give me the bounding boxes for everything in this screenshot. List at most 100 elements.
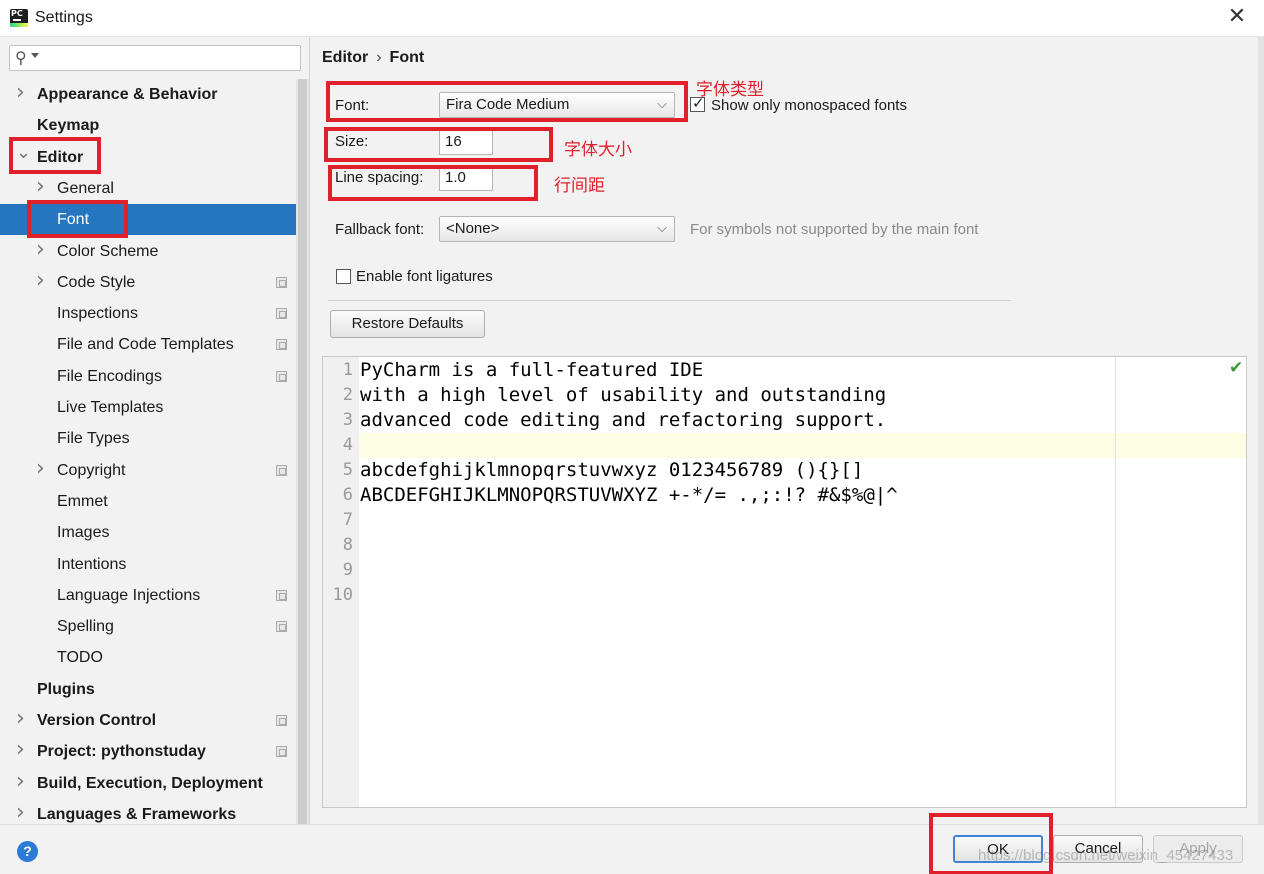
chevron-right-icon[interactable]: › <box>36 171 45 202</box>
sidebar-scrollbar-thumb[interactable] <box>298 79 307 824</box>
sidebar-item-images[interactable]: Images <box>0 517 308 548</box>
sidebar-item-font[interactable]: Font <box>0 204 308 236</box>
font-preview-editor[interactable]: 1 2 3 4 5 6 7 8 9 10 ABCDEFGHIJKLMNOPQRSTUVWXYZ +… <box>322 356 1247 808</box>
sidebar-item-label: File and Code Templates <box>57 336 234 354</box>
sidebar-item-label: TODO <box>57 649 103 667</box>
ligatures-checkbox[interactable] <box>336 269 351 284</box>
sidebar-item-appearance-behavior[interactable]: › Appearance & Behavior <box>0 79 308 110</box>
chevron-right-icon[interactable]: › <box>36 234 45 265</box>
sidebar-item-language-injections[interactable]: Language Injections <box>0 580 308 611</box>
line-number: 6 <box>342 485 353 505</box>
size-label: Size: <box>335 133 369 150</box>
sidebar-item-plugins[interactable]: Plugins <box>0 674 308 705</box>
line-number: 5 <box>342 460 353 480</box>
project-scope-icon <box>276 746 287 758</box>
sidebar-item-build-execution-deployment[interactable]: › Build, Execution, Deployment <box>0 768 308 799</box>
preview-code-line: ABCDEFGHIJKLMNOPQRSTUVWXYZ +-*/= .,;:!? … <box>360 484 898 506</box>
sidebar-item-label: Build, Execution, Deployment <box>37 774 263 792</box>
sidebar-item-label: Color Scheme <box>57 242 159 260</box>
close-icon[interactable]: ✕ <box>1226 6 1248 28</box>
font-family-value: Fira Code Medium <box>446 96 570 113</box>
settings-search-input[interactable] <box>42 48 292 68</box>
panel-scrollbar[interactable] <box>1258 37 1264 824</box>
sidebar-item-inspections[interactable]: Inspections <box>0 298 308 329</box>
line-spacing-annotation: 行间距 <box>554 176 605 196</box>
chevron-right-icon[interactable]: › <box>36 453 45 484</box>
sidebar-item-label: General <box>57 179 114 197</box>
restore-defaults-button[interactable]: Restore Defaults <box>330 310 485 338</box>
preview-code-line <box>359 583 1246 608</box>
preview-code-line <box>359 533 1246 558</box>
inspection-ok-icon: ✔ <box>1229 358 1244 378</box>
font-type-annotation: 字体类型 <box>696 80 764 100</box>
sidebar-item-project-pythonstuday[interactable]: › Project: pythonstuday <box>0 736 308 767</box>
preview-code-line <box>359 433 1246 458</box>
right-margin-guide <box>1115 357 1116 807</box>
sidebar-item-file-and-code-templates[interactable]: File and Code Templates <box>0 329 308 360</box>
breadcrumb-parent[interactable]: Editor <box>322 49 368 66</box>
sidebar-item-live-templates[interactable]: Live Templates <box>0 392 308 423</box>
sidebar-scrollbar[interactable] <box>296 79 309 824</box>
font-settings-panel: Editor › Font Font: Fira Code Medium ⌵ ✓ S… <box>311 37 1264 824</box>
preview-code-line: advanced code editing and refactoring su… <box>360 409 887 431</box>
chevron-right-icon[interactable]: › <box>36 265 45 296</box>
sidebar-item-label: Emmet <box>57 492 108 510</box>
chevron-right-icon[interactable]: › <box>16 734 25 765</box>
preview-code-line: abcdefghijklmnopqrstuvwxyz 0123456789 ()… <box>360 459 864 481</box>
line-spacing-input[interactable]: 1.0 <box>439 165 493 191</box>
preview-code-line <box>359 558 1246 583</box>
sidebar-item-todo[interactable]: TODO <box>0 642 308 673</box>
help-icon[interactable]: ? <box>17 841 38 862</box>
title-bar: PC Settings ✕ <box>0 0 1264 37</box>
fallback-font-label: Fallback font: <box>335 221 425 238</box>
project-scope-icon <box>276 715 287 726</box>
sidebar-item-label: Images <box>57 524 110 542</box>
line-number-gutter: 1 2 3 4 5 6 7 8 9 10 <box>323 357 359 807</box>
sidebar-item-keymap[interactable]: Keymap <box>0 110 308 141</box>
font-family-dropdown[interactable]: Fira Code Medium ⌵ <box>439 92 675 118</box>
sidebar-item-file-types[interactable]: File Types <box>0 423 308 454</box>
sidebar-item-file-encodings[interactable]: File Encodings <box>0 361 308 392</box>
sidebar-item-label: Intentions <box>57 555 127 573</box>
watermark-text: https://blog.csdn.net/weixin_45427433 <box>978 847 1234 864</box>
sidebar-item-spelling[interactable]: Spelling <box>0 611 308 642</box>
font-size-annotation: 字体大小 <box>564 140 632 160</box>
sidebar-item-label: Project: pythonstuday <box>37 743 206 761</box>
sidebar-item-version-control[interactable]: › Version Control <box>0 705 308 736</box>
fallback-font-dropdown[interactable]: <None> ⌵ <box>439 216 675 242</box>
preview-code-area[interactable]: ABCDEFGHIJKLMNOPQRSTUVWXYZ +-*/= .,;:!? … <box>359 357 1246 807</box>
font-size-input[interactable]: 16 <box>439 129 493 155</box>
line-number: 10 <box>332 585 353 605</box>
sidebar-item-code-style[interactable]: › Code Style <box>0 267 308 298</box>
project-scope-icon <box>276 621 287 633</box>
sidebar-item-label: Spelling <box>57 618 114 636</box>
settings-search-box[interactable]: ⚲ <box>9 45 301 71</box>
settings-sidebar: ⚲ › Appearance & Behavior Keymap ⌄ Editor › Ge… <box>0 37 310 825</box>
search-options-chevron-icon[interactable] <box>31 53 39 58</box>
line-spacing-label: Line spacing: <box>335 169 424 186</box>
chevron-right-icon[interactable]: › <box>16 77 25 108</box>
ligatures-label[interactable]: Enable font ligatures <box>356 268 493 285</box>
sidebar-item-intentions[interactable]: Intentions <box>0 549 308 580</box>
dialog-button-bar: ? OK Cancel Apply https://blog.csdn.net/… <box>0 813 1264 874</box>
project-scope-icon <box>276 370 287 382</box>
sidebar-item-label: File Encodings <box>57 367 162 385</box>
sidebar-item-label: Appearance & Behavior <box>37 86 218 103</box>
sidebar-item-color-scheme[interactable]: › Color Scheme <box>0 236 308 267</box>
breadcrumb: Editor › Font <box>322 49 424 67</box>
sidebar-item-copyright[interactable]: › Copyright <box>0 455 308 486</box>
sidebar-item-editor[interactable]: ⌄ Editor <box>0 142 308 173</box>
breadcrumb-current: Font <box>389 49 425 66</box>
chevron-right-icon[interactable]: › <box>16 703 25 734</box>
sidebar-item-label: Editor <box>37 148 84 166</box>
sidebar-item-label: Keymap <box>37 117 100 135</box>
sidebar-item-label: Live Templates <box>57 399 164 416</box>
line-number: 4 <box>342 435 353 455</box>
preview-code-line: PyCharm is a full-featured IDE <box>360 359 704 381</box>
chevron-right-icon[interactable]: › <box>16 766 25 797</box>
sidebar-item-general[interactable]: › General <box>0 173 308 204</box>
sidebar-item-emmet[interactable]: Emmet <box>0 486 308 517</box>
project-scope-icon <box>276 464 287 476</box>
font-label: Font: <box>335 97 370 114</box>
chevron-down-icon[interactable]: ⌄ <box>16 137 31 168</box>
